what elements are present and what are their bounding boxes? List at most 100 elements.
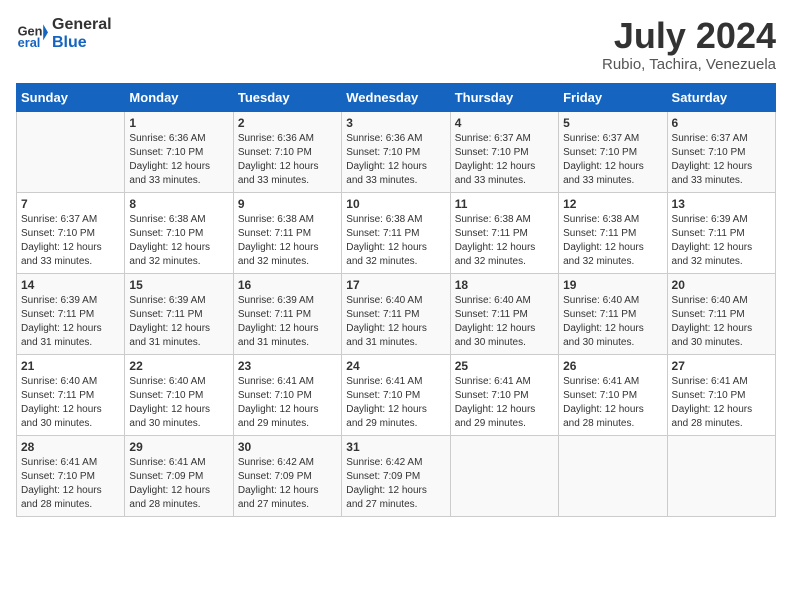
weekday-row: SundayMondayTuesdayWednesdayThursdayFrid…: [17, 83, 776, 111]
day-number: 6: [672, 116, 771, 130]
calendar-week-1: 1Sunrise: 6:36 AMSunset: 7:10 PMDaylight…: [17, 111, 776, 192]
weekday-header-friday: Friday: [559, 83, 667, 111]
day-info: Sunrise: 6:41 AMSunset: 7:10 PMDaylight:…: [455, 375, 554, 431]
day-info: Sunrise: 6:41 AMSunset: 7:09 PMDaylight:…: [129, 456, 228, 512]
day-number: 22: [129, 359, 228, 373]
month-title: July 2024: [602, 16, 776, 56]
day-number: 14: [21, 278, 120, 292]
day-info: Sunrise: 6:37 AMSunset: 7:10 PMDaylight:…: [455, 132, 554, 188]
day-number: 9: [238, 197, 337, 211]
day-number: 29: [129, 440, 228, 454]
weekday-header-sunday: Sunday: [17, 83, 125, 111]
day-info: Sunrise: 6:40 AMSunset: 7:11 PMDaylight:…: [346, 294, 445, 350]
calendar-cell: 12Sunrise: 6:38 AMSunset: 7:11 PMDayligh…: [559, 192, 667, 273]
calendar-cell: 8 Sunrise: 6:38 AMSunset: 7:10 PMDaylight…: [125, 192, 233, 273]
day-info: Sunrise: 6:41 AMSunset: 7:10 PMDaylight:…: [346, 375, 445, 431]
calendar-cell: 26 Sunrise: 6:41 AMSunset: 7:10 PMDayligh…: [559, 354, 667, 435]
day-number: 18: [455, 278, 554, 292]
calendar-cell: 23 Sunrise: 6:41 AMSunset: 7:10 PMDayligh…: [233, 354, 341, 435]
weekday-header-wednesday: Wednesday: [342, 83, 450, 111]
day-info: Sunrise: 6:40 AMSunset: 7:11 PMDaylight:…: [672, 294, 771, 350]
logo-text: General Blue: [52, 16, 112, 52]
location: Rubio, Tachira, Venezuela: [602, 56, 776, 73]
day-number: 13: [672, 197, 771, 211]
day-info: Sunrise: 6:39 AMSunset: 7:11 PMDaylight:…: [129, 294, 228, 350]
day-info: Sunrise: 6:36 AMSunset: 7:10 PMDaylight:…: [346, 132, 445, 188]
day-number: 15: [129, 278, 228, 292]
day-info: Sunrise: 6:39 AMSunset: 7:11 PMDaylight:…: [672, 213, 771, 269]
day-number: 28: [21, 440, 120, 454]
day-number: 20: [672, 278, 771, 292]
logo: Gen eral General Blue: [16, 16, 112, 52]
day-info: Sunrise: 6:38 AMSunset: 7:11 PMDaylight:…: [238, 213, 337, 269]
calendar-week-4: 21 Sunrise: 6:40 AMSunset: 7:11 PMDayligh…: [17, 354, 776, 435]
calendar-cell: 9 Sunrise: 6:38 AMSunset: 7:11 PMDaylight…: [233, 192, 341, 273]
day-info: Sunrise: 6:39 AMSunset: 7:11 PMDaylight:…: [238, 294, 337, 350]
day-number: 30: [238, 440, 337, 454]
calendar-cell: 6Sunrise: 6:37 AMSunset: 7:10 PMDaylight…: [667, 111, 775, 192]
day-info: Sunrise: 6:38 AMSunset: 7:11 PMDaylight:…: [455, 213, 554, 269]
svg-text:eral: eral: [18, 35, 41, 50]
calendar-week-3: 14 Sunrise: 6:39 AMSunset: 7:11 PMDayligh…: [17, 273, 776, 354]
day-info: Sunrise: 6:38 AMSunset: 7:11 PMDaylight:…: [563, 213, 662, 269]
page-header: Gen eral General Blue July 2024 Rubio, T…: [16, 16, 776, 73]
day-info: Sunrise: 6:41 AMSunset: 7:10 PMDaylight:…: [21, 456, 120, 512]
day-info: Sunrise: 6:42 AMSunset: 7:09 PMDaylight:…: [238, 456, 337, 512]
calendar-cell: 29 Sunrise: 6:41 AMSunset: 7:09 PMDayligh…: [125, 435, 233, 516]
weekday-header-monday: Monday: [125, 83, 233, 111]
calendar-cell: 4 Sunrise: 6:37 AMSunset: 7:10 PMDaylight…: [450, 111, 558, 192]
weekday-header-tuesday: Tuesday: [233, 83, 341, 111]
calendar-cell: 17 Sunrise: 6:40 AMSunset: 7:11 PMDayligh…: [342, 273, 450, 354]
calendar-cell: 1Sunrise: 6:36 AMSunset: 7:10 PMDaylight…: [125, 111, 233, 192]
day-info: Sunrise: 6:36 AMSunset: 7:10 PMDaylight:…: [129, 132, 228, 188]
calendar-cell: 19Sunrise: 6:40 AMSunset: 7:11 PMDayligh…: [559, 273, 667, 354]
calendar-cell: 16 Sunrise: 6:39 AMSunset: 7:11 PMDayligh…: [233, 273, 341, 354]
day-number: 27: [672, 359, 771, 373]
day-number: 25: [455, 359, 554, 373]
calendar-cell: 14 Sunrise: 6:39 AMSunset: 7:11 PMDayligh…: [17, 273, 125, 354]
calendar-cell: 3Sunrise: 6:36 AMSunset: 7:10 PMDaylight…: [342, 111, 450, 192]
day-info: Sunrise: 6:40 AMSunset: 7:11 PMDaylight:…: [21, 375, 120, 431]
day-number: 17: [346, 278, 445, 292]
day-number: 5: [563, 116, 662, 130]
weekday-header-saturday: Saturday: [667, 83, 775, 111]
day-number: 31: [346, 440, 445, 454]
day-info: Sunrise: 6:36 AMSunset: 7:10 PMDaylight:…: [238, 132, 337, 188]
day-info: Sunrise: 6:40 AMSunset: 7:11 PMDaylight:…: [455, 294, 554, 350]
day-number: 16: [238, 278, 337, 292]
day-info: Sunrise: 6:40 AMSunset: 7:10 PMDaylight:…: [129, 375, 228, 431]
calendar-cell: 5Sunrise: 6:37 AMSunset: 7:10 PMDaylight…: [559, 111, 667, 192]
calendar-cell: 15 Sunrise: 6:39 AMSunset: 7:11 PMDayligh…: [125, 273, 233, 354]
day-info: Sunrise: 6:39 AMSunset: 7:11 PMDaylight:…: [21, 294, 120, 350]
calendar-cell: [17, 111, 125, 192]
calendar-cell: 7 Sunrise: 6:37 AMSunset: 7:10 PMDaylight…: [17, 192, 125, 273]
day-info: Sunrise: 6:41 AMSunset: 7:10 PMDaylight:…: [563, 375, 662, 431]
calendar-cell: 24 Sunrise: 6:41 AMSunset: 7:10 PMDayligh…: [342, 354, 450, 435]
calendar-cell: 10 Sunrise: 6:38 AMSunset: 7:11 PMDayligh…: [342, 192, 450, 273]
day-info: Sunrise: 6:41 AMSunset: 7:10 PMDaylight:…: [238, 375, 337, 431]
calendar-cell: 11 Sunrise: 6:38 AMSunset: 7:11 PMDayligh…: [450, 192, 558, 273]
weekday-header-thursday: Thursday: [450, 83, 558, 111]
day-number: 11: [455, 197, 554, 211]
day-number: 23: [238, 359, 337, 373]
day-info: Sunrise: 6:41 AMSunset: 7:10 PMDaylight:…: [672, 375, 771, 431]
day-number: 4: [455, 116, 554, 130]
calendar-cell: [667, 435, 775, 516]
day-number: 21: [21, 359, 120, 373]
day-number: 24: [346, 359, 445, 373]
day-info: Sunrise: 6:38 AMSunset: 7:11 PMDaylight:…: [346, 213, 445, 269]
calendar-cell: 21 Sunrise: 6:40 AMSunset: 7:11 PMDayligh…: [17, 354, 125, 435]
logo-icon: Gen eral: [16, 18, 48, 50]
calendar-cell: 2 Sunrise: 6:36 AMSunset: 7:10 PMDaylight…: [233, 111, 341, 192]
calendar-cell: 31 Sunrise: 6:42 AMSunset: 7:09 PMDayligh…: [342, 435, 450, 516]
day-info: Sunrise: 6:42 AMSunset: 7:09 PMDaylight:…: [346, 456, 445, 512]
day-number: 7: [21, 197, 120, 211]
calendar-table: SundayMondayTuesdayWednesdayThursdayFrid…: [16, 83, 776, 517]
day-number: 2: [238, 116, 337, 130]
calendar-body: 1Sunrise: 6:36 AMSunset: 7:10 PMDaylight…: [17, 111, 776, 516]
day-info: Sunrise: 6:37 AMSunset: 7:10 PMDaylight:…: [21, 213, 120, 269]
day-number: 26: [563, 359, 662, 373]
day-number: 8: [129, 197, 228, 211]
day-info: Sunrise: 6:38 AMSunset: 7:10 PMDaylight:…: [129, 213, 228, 269]
day-number: 10: [346, 197, 445, 211]
